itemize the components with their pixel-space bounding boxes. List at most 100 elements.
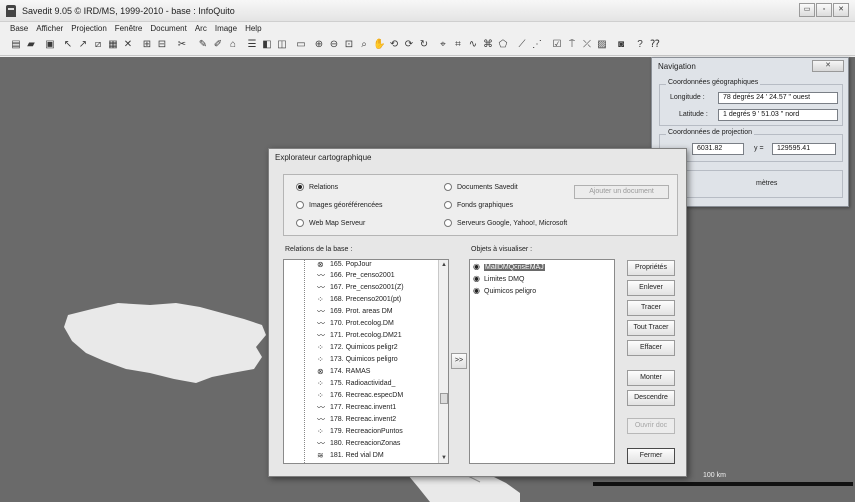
camera-icon[interactable]: ◙ bbox=[615, 39, 627, 51]
draw-all-button[interactable]: Tout Tracer bbox=[627, 320, 675, 336]
draw-tool-icon[interactable]: ↗ bbox=[77, 39, 89, 51]
cross-icon[interactable]: ⤫ bbox=[581, 39, 593, 51]
minimize-button[interactable]: ▭ bbox=[799, 3, 815, 17]
map-fill-icon[interactable]: ◧ bbox=[261, 39, 273, 51]
radio-relations-dot[interactable] bbox=[296, 183, 304, 191]
menu-base[interactable]: Base bbox=[6, 22, 32, 36]
radio-documents-dot[interactable] bbox=[444, 183, 452, 191]
list-item[interactable]: 〰 169. Prot. areas DM bbox=[284, 307, 434, 317]
pen-icon[interactable]: ✎ bbox=[197, 39, 209, 51]
delete-tool-icon[interactable]: ✕ bbox=[122, 39, 134, 51]
navigation-close-button[interactable]: ✕ bbox=[812, 60, 844, 72]
close-dialog-button[interactable]: Fermer bbox=[627, 448, 675, 464]
help-icon[interactable]: ? bbox=[634, 39, 646, 51]
list-item[interactable]: 〰 167. Pre_censo2001(Z) bbox=[284, 283, 434, 293]
transfer-button[interactable]: >> bbox=[451, 353, 467, 369]
list-item[interactable]: ⁘ 168. Precenso2001(pt) bbox=[284, 295, 434, 305]
radio-wms[interactable]: Web Map Serveur bbox=[296, 219, 365, 227]
zoom-out-icon[interactable]: ⊖ bbox=[328, 39, 340, 51]
radio-servers-dot[interactable] bbox=[444, 219, 452, 227]
query-polygon-icon[interactable]: ⬠ bbox=[497, 39, 509, 51]
list-item[interactable]: 〰 171. Prot.ecolog.DM21 bbox=[284, 331, 434, 341]
pencil-icon[interactable]: ✐ bbox=[212, 39, 224, 51]
previous-view-icon[interactable]: ⟲ bbox=[388, 39, 400, 51]
zoom-in-icon[interactable]: ⊕ bbox=[313, 39, 325, 51]
list-item[interactable]: ⁘ 172. Quimicos peligr2 bbox=[284, 343, 434, 353]
list-item[interactable]: ◉ Limites DMQ bbox=[473, 274, 524, 284]
radio-fonds-dot[interactable] bbox=[444, 201, 452, 209]
close-button[interactable]: ✕ bbox=[833, 3, 849, 17]
list-item[interactable]: 〰 170. Prot.ecolog.DM bbox=[284, 319, 434, 329]
menu-afficher[interactable]: Afficher bbox=[32, 22, 67, 36]
radio-wms-dot[interactable] bbox=[296, 219, 304, 227]
window-tool-icon[interactable]: ⊟ bbox=[156, 39, 168, 51]
list-item[interactable]: ⁘ 173. Quimicos peligro bbox=[284, 355, 434, 365]
add-document-button[interactable]: Ajouter un document bbox=[574, 185, 669, 199]
arc-tool-icon[interactable]: ↖ bbox=[62, 39, 74, 51]
polygon-tool-icon[interactable]: ⧄ bbox=[92, 39, 104, 51]
properties-button[interactable]: Propriétés bbox=[627, 260, 675, 276]
erase-button[interactable]: Effacer bbox=[627, 340, 675, 356]
next-view-icon[interactable]: ⟳ bbox=[403, 39, 415, 51]
list-item[interactable]: ◉ Quimicos peligro bbox=[473, 286, 536, 296]
list-item[interactable]: ⁘ 179. RecreacionPuntos bbox=[284, 427, 434, 437]
open-folder-icon[interactable]: ▰ bbox=[25, 39, 37, 51]
relations-scrollbar[interactable]: ▲ ▼ bbox=[438, 260, 448, 463]
menu-arc[interactable]: Arc bbox=[191, 22, 211, 36]
list-item[interactable]: 〰 177. Recreac.invent1 bbox=[284, 403, 434, 413]
menu-fenetre[interactable]: Fenêtre bbox=[111, 22, 147, 36]
radio-images-dot[interactable] bbox=[296, 201, 304, 209]
list-item[interactable]: 〰 178. Recreac.invent2 bbox=[284, 415, 434, 425]
menu-help[interactable]: Help bbox=[241, 22, 265, 36]
scroll-down-icon[interactable]: ▼ bbox=[439, 453, 448, 463]
open-doc-button[interactable]: Ouvrir doc bbox=[627, 418, 675, 434]
query-point-icon[interactable]: ⌖ bbox=[437, 39, 449, 51]
menu-document[interactable]: Document bbox=[146, 22, 190, 36]
list-item[interactable]: ≋ 181. Red vial DM bbox=[284, 451, 434, 461]
scroll-thumb[interactable] bbox=[440, 393, 448, 404]
maximize-button[interactable]: ▫ bbox=[816, 3, 832, 17]
menu-image[interactable]: Image bbox=[211, 22, 241, 36]
radio-documents[interactable]: Documents Savedit bbox=[444, 183, 518, 191]
redraw-icon[interactable]: ↻ bbox=[418, 39, 430, 51]
select-region-icon[interactable]: ⊞ bbox=[141, 39, 153, 51]
pin-icon[interactable]: ⍑ bbox=[566, 39, 578, 51]
list-item[interactable]: ◉ MallDMQcrisEMAJ bbox=[473, 262, 545, 272]
objects-list[interactable]: ◉ MallDMQcrisEMAJ ◉ Limites DMQ ◉ Quimicos … bbox=[469, 259, 615, 464]
query-line-icon[interactable]: ⌗ bbox=[452, 39, 464, 51]
stamp-icon[interactable]: ⌂ bbox=[227, 39, 239, 51]
radio-relations[interactable]: Relations bbox=[296, 183, 338, 191]
menu-projection[interactable]: Projection bbox=[67, 22, 111, 36]
measure-icon[interactable]: ⟋ bbox=[516, 39, 528, 51]
list-item[interactable]: 〰 166. Pre_censo2001 bbox=[284, 271, 434, 281]
move-up-button[interactable]: Monter bbox=[627, 370, 675, 386]
query-curve-icon[interactable]: ∿ bbox=[467, 39, 479, 51]
radio-images[interactable]: Images géoréférencées bbox=[296, 201, 383, 209]
relations-list[interactable]: ⊗ 165. PopJour 〰 166. Pre_censo2001 〰 167. … bbox=[283, 259, 449, 464]
query-area-icon[interactable]: ⌘ bbox=[482, 39, 494, 51]
draw-button[interactable]: Tracer bbox=[627, 300, 675, 316]
list-item[interactable]: ⁘ 176. Recreac.especDM bbox=[284, 391, 434, 401]
new-document-icon[interactable]: ▤ bbox=[10, 39, 22, 51]
save-icon[interactable]: ▣ bbox=[44, 39, 56, 51]
scroll-up-icon[interactable]: ▲ bbox=[439, 260, 448, 270]
cut-icon[interactable]: ✂ bbox=[176, 39, 188, 51]
zoom-window-icon[interactable]: ⊡ bbox=[343, 39, 355, 51]
list-item[interactable]: 〰 180. RecreacionZonas bbox=[284, 439, 434, 449]
context-help-icon[interactable]: ⁇ bbox=[649, 39, 661, 51]
measure-area-icon[interactable]: ⋰ bbox=[531, 39, 543, 51]
radio-fonds[interactable]: Fonds graphiques bbox=[444, 201, 513, 209]
legend-icon[interactable]: ▭ bbox=[295, 39, 307, 51]
list-item[interactable]: ⊗ 165. PopJour bbox=[284, 260, 434, 270]
move-down-button[interactable]: Descendre bbox=[627, 390, 675, 406]
zoom-extent-icon[interactable]: ⌕ bbox=[358, 39, 370, 51]
list-item[interactable]: ⊗ 174. RAMAS bbox=[284, 367, 434, 377]
list-item[interactable]: ⁘ 175. Radioactividad_ bbox=[284, 379, 434, 389]
image-icon[interactable]: ▨ bbox=[596, 39, 608, 51]
grid-tool-icon[interactable]: ▦ bbox=[107, 39, 119, 51]
pan-hand-icon[interactable]: ✋ bbox=[373, 39, 385, 51]
layers-icon[interactable]: ☰ bbox=[246, 39, 258, 51]
frame-icon[interactable]: ◫ bbox=[276, 39, 288, 51]
checkbox-tool-icon[interactable]: ☑ bbox=[551, 39, 563, 51]
radio-servers[interactable]: Serveurs Google, Yahoo!, Microsoft bbox=[444, 219, 567, 227]
